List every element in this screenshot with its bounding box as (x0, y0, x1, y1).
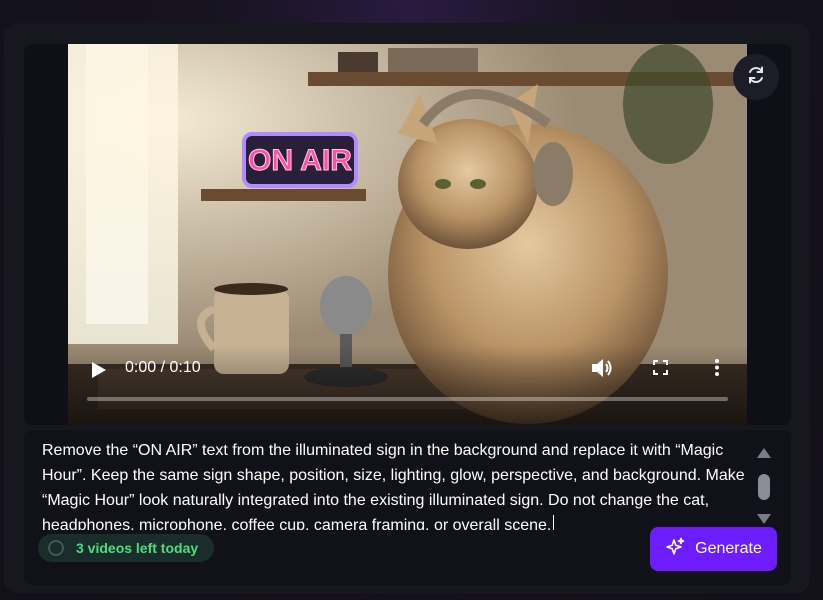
video-controls-overlay (68, 345, 747, 425)
quota-label: 3 videos left today (76, 540, 199, 556)
scroll-up-arrow[interactable] (757, 448, 771, 458)
sparkles-icon (665, 537, 685, 562)
on-air-sign-text: ON AIR (248, 144, 352, 177)
video-progress-bar[interactable] (87, 397, 728, 401)
prompt-text: Remove the “ON AIR” text from the illumi… (42, 442, 750, 530)
generate-label: Generate (695, 540, 762, 557)
more-options-icon[interactable] (715, 359, 719, 381)
text-caret (553, 515, 555, 530)
prompt-textarea[interactable]: Remove the “ON AIR” text from the illumi… (42, 438, 752, 530)
video-preview: ON AIR 0:00 / 0:10 (24, 44, 791, 425)
volume-icon[interactable] (592, 358, 614, 383)
scroll-down-arrow[interactable] (757, 514, 771, 524)
scrollbar-thumb[interactable] (758, 474, 770, 500)
regenerate-button[interactable] (733, 54, 779, 100)
refresh-icon (746, 65, 766, 90)
video-time-display: 0:00 / 0:10 (125, 359, 201, 376)
prompt-input-area: Remove the “ON AIR” text from the illumi… (24, 430, 791, 585)
quota-badge: 3 videos left today (38, 534, 214, 562)
video-player[interactable]: ON AIR 0:00 / 0:10 (68, 44, 747, 425)
quota-ring-icon (48, 540, 64, 556)
fullscreen-icon[interactable] (653, 360, 668, 380)
generate-button[interactable]: Generate (650, 527, 777, 571)
play-icon[interactable] (92, 362, 106, 383)
